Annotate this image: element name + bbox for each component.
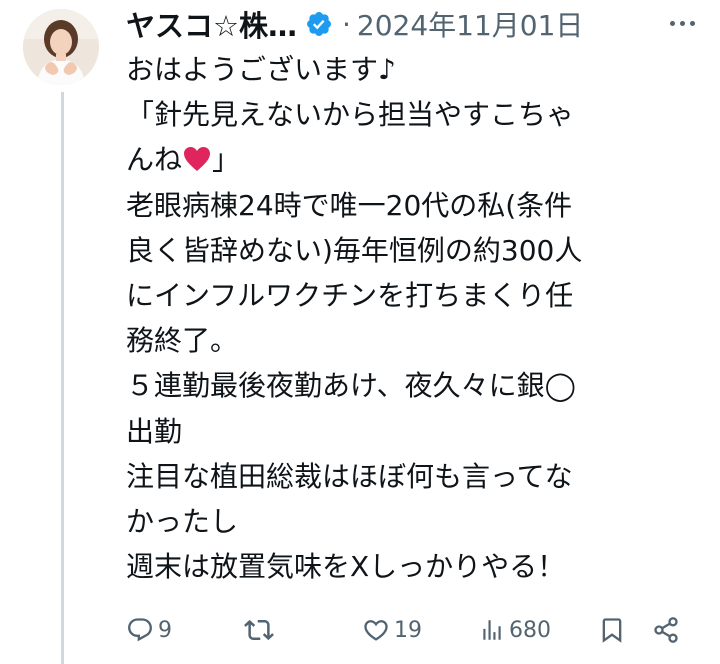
avatar[interactable] (23, 9, 99, 85)
post-header: ヤスコ☆株… · 2024年11月01日 (126, 4, 583, 44)
post-date[interactable]: 2024年11月01日 (357, 4, 584, 44)
post-body-line: 出勤 (126, 414, 183, 448)
bookmark-icon (602, 618, 622, 643)
views-button[interactable]: 680 (479, 612, 551, 648)
post-body-line: ５連勤最後夜勤あけ、夜久々に銀◯ (126, 369, 576, 403)
avatar-photo (23, 9, 99, 85)
post-body-line: 「針先見えないから担当やすこちゃ (126, 98, 575, 132)
like-count: 19 (394, 617, 422, 643)
reply-button[interactable]: 9 (126, 612, 172, 648)
share-button[interactable] (652, 612, 680, 648)
post-body-line-suffix: 」 (212, 143, 241, 177)
author-display-name[interactable]: ヤスコ☆株… (126, 3, 297, 45)
post-body-line-text: んね (126, 143, 183, 177)
views-count: 680 (509, 617, 551, 643)
more-options-icon[interactable] (664, 14, 700, 32)
views-icon (483, 620, 501, 640)
header-separator: · (342, 7, 351, 41)
post-body-line: おはようございます♪ (126, 53, 396, 86)
red-heart-emoji-icon (182, 141, 212, 172)
reply-icon (128, 618, 152, 642)
post-body-line: 老眼病棟24時で唯一20代の私(条件 (126, 188, 573, 222)
like-button[interactable]: 19 (362, 612, 422, 648)
reply-count: 9 (158, 617, 172, 643)
post-body-line: にインフルワクチンを打ちまくり任 (126, 278, 574, 312)
repost-icon (244, 619, 274, 641)
action-bar: 9 19 680 (0, 612, 720, 648)
post-body-line: 週末は放置気味をXしっかりやる！ (126, 550, 566, 584)
post-body-line: かったし (126, 504, 239, 538)
post-body-line: 注目な植田総裁はほぼ何も言ってな (126, 459, 573, 493)
verified-badge-icon[interactable] (305, 10, 333, 38)
post-body-line: 務終了。 (126, 324, 239, 358)
bookmark-button[interactable] (598, 612, 626, 648)
like-icon (364, 620, 388, 641)
post-body: おはようございます♪ 「針先見えないから担当やすこちゃ んね」 老眼病棟24時で… (126, 47, 696, 589)
post-body-line: 良く皆辞めない)毎年恒例の約300人 (126, 233, 583, 267)
repost-button[interactable] (244, 612, 278, 648)
thread-line (61, 92, 64, 664)
post-body-line-with-emoji: んね」 (126, 137, 696, 182)
share-icon (654, 617, 678, 643)
